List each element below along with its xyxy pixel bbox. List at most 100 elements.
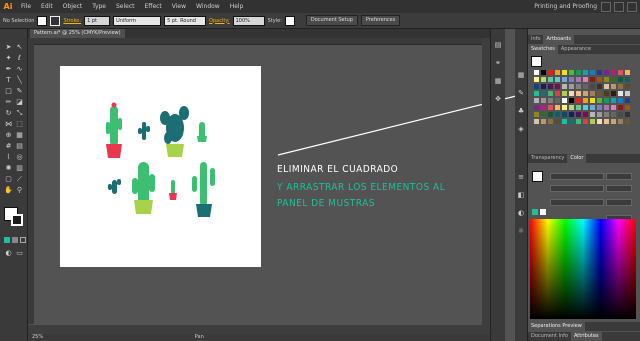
swatch-cell[interactable] bbox=[569, 77, 574, 82]
swatch-cell[interactable] bbox=[541, 77, 546, 82]
swatch-cell[interactable] bbox=[590, 98, 595, 103]
vertical-scrollbar[interactable] bbox=[482, 38, 490, 325]
tab-transparency[interactable]: Transparency bbox=[528, 154, 567, 163]
swatch-cell[interactable] bbox=[597, 105, 602, 110]
swatch-cell[interactable] bbox=[541, 112, 546, 117]
swatch-cell[interactable] bbox=[618, 98, 623, 103]
swatch-cell[interactable] bbox=[597, 70, 602, 75]
swatch-cell[interactable] bbox=[625, 105, 630, 110]
swatch-cell[interactable] bbox=[583, 77, 588, 82]
swatch-cell[interactable] bbox=[590, 70, 595, 75]
swatch-cell[interactable] bbox=[611, 98, 616, 103]
swatch-cell[interactable] bbox=[534, 105, 539, 110]
swatch-cell[interactable] bbox=[618, 112, 623, 117]
swatch-cell[interactable] bbox=[618, 77, 623, 82]
symbols-panel-icon[interactable]: ♣ bbox=[517, 107, 525, 115]
swatch-cell[interactable] bbox=[541, 70, 546, 75]
graphic-styles-panel-icon[interactable]: ◈ bbox=[517, 125, 525, 133]
swatch-cell[interactable] bbox=[583, 91, 588, 96]
swatch-cell[interactable] bbox=[625, 77, 630, 82]
swatch-cell[interactable] bbox=[604, 112, 609, 117]
swatch-cell[interactable] bbox=[604, 91, 609, 96]
color-slider-2[interactable] bbox=[550, 185, 604, 192]
swatch-cell[interactable] bbox=[569, 84, 574, 89]
tab-attributes[interactable]: Attributes bbox=[570, 332, 602, 341]
transform-panel-icon[interactable]: ✥ bbox=[494, 95, 502, 103]
swatch-cell[interactable] bbox=[562, 105, 567, 110]
swatch-cell[interactable] bbox=[576, 105, 581, 110]
swatch-cell[interactable] bbox=[569, 91, 574, 96]
swatch-cell[interactable] bbox=[618, 105, 623, 110]
tab-swatches[interactable]: Swatches bbox=[528, 45, 558, 54]
swatch-cell[interactable] bbox=[569, 119, 574, 124]
swatch-cell[interactable] bbox=[604, 98, 609, 103]
swatch-cell[interactable] bbox=[625, 112, 630, 117]
swatch-cell[interactable] bbox=[555, 98, 560, 103]
transparency-panel-icon[interactable]: ◐ bbox=[517, 209, 525, 217]
color-value-3[interactable] bbox=[606, 199, 632, 206]
swatch-cell[interactable] bbox=[562, 84, 567, 89]
swatch-cell[interactable] bbox=[548, 77, 553, 82]
swatch-cell[interactable] bbox=[555, 77, 560, 82]
swatch-cell[interactable] bbox=[611, 77, 616, 82]
swatch-cell[interactable] bbox=[611, 84, 616, 89]
swatch-cell[interactable] bbox=[562, 119, 567, 124]
color-slider-1[interactable] bbox=[550, 173, 604, 180]
swatch-cell[interactable] bbox=[541, 98, 546, 103]
swatch-cell[interactable] bbox=[597, 91, 602, 96]
color-spectrum[interactable] bbox=[530, 219, 636, 319]
color-swatch-white[interactable] bbox=[540, 209, 546, 215]
swatch-cell[interactable] bbox=[548, 91, 553, 96]
swatch-cell[interactable] bbox=[548, 105, 553, 110]
swatch-cell[interactable] bbox=[583, 112, 588, 117]
links-panel-icon[interactable]: ⚭ bbox=[494, 59, 502, 67]
swatch-cell[interactable] bbox=[583, 105, 588, 110]
swatch-cell[interactable] bbox=[597, 77, 602, 82]
swatch-cell[interactable] bbox=[534, 91, 539, 96]
swatch-cell[interactable] bbox=[611, 112, 616, 117]
align-panel-icon[interactable]: ▦ bbox=[494, 77, 502, 85]
swatch-cell[interactable] bbox=[569, 112, 574, 117]
swatch-cell[interactable] bbox=[562, 77, 567, 82]
swatch-cell[interactable] bbox=[625, 91, 630, 96]
swatch-cell[interactable] bbox=[590, 119, 595, 124]
zoom-level[interactable]: 25% bbox=[32, 334, 43, 340]
color-fill-indicator[interactable] bbox=[532, 171, 543, 182]
swatch-cell[interactable] bbox=[597, 119, 602, 124]
color-slider-3[interactable] bbox=[550, 199, 604, 206]
swatch-cell[interactable] bbox=[576, 98, 581, 103]
swatch-cell[interactable] bbox=[562, 70, 567, 75]
swatch-cell[interactable] bbox=[604, 105, 609, 110]
swatch-cell[interactable] bbox=[604, 119, 609, 124]
color-swatch-teal[interactable] bbox=[532, 209, 538, 215]
swatch-cell[interactable] bbox=[555, 84, 560, 89]
swatch-cell[interactable] bbox=[534, 112, 539, 117]
tab-color[interactable]: Color bbox=[567, 154, 587, 163]
swatch-cell[interactable] bbox=[625, 119, 630, 124]
swatch-cell[interactable] bbox=[548, 119, 553, 124]
swatch-cell[interactable] bbox=[618, 91, 623, 96]
swatch-cell[interactable] bbox=[548, 98, 553, 103]
swatch-cell[interactable] bbox=[562, 98, 567, 103]
swatch-cell[interactable] bbox=[576, 70, 581, 75]
swatch-cell[interactable] bbox=[569, 105, 574, 110]
swatch-cell[interactable] bbox=[597, 98, 602, 103]
swatch-cell[interactable] bbox=[590, 91, 595, 96]
swatch-cell[interactable] bbox=[583, 84, 588, 89]
swatch-cell[interactable] bbox=[604, 77, 609, 82]
swatch-cell[interactable] bbox=[611, 70, 616, 75]
swatch-cell[interactable] bbox=[583, 119, 588, 124]
tab-document-info[interactable]: Document Info bbox=[528, 332, 571, 341]
tab-info[interactable]: Info bbox=[528, 35, 543, 44]
swatch-cell[interactable] bbox=[534, 84, 539, 89]
swatch-cell[interactable] bbox=[569, 70, 574, 75]
horizontal-scrollbar[interactable] bbox=[28, 325, 490, 334]
swatch-cell[interactable] bbox=[548, 84, 553, 89]
swatch-fill-indicator[interactable] bbox=[531, 56, 542, 67]
swatch-cell[interactable] bbox=[555, 70, 560, 75]
swatches-panel-icon[interactable]: ▦ bbox=[517, 71, 525, 79]
tab-artboards[interactable]: Artboards bbox=[543, 35, 574, 44]
appearance-panel-icon[interactable]: ☼ bbox=[517, 227, 525, 235]
swatch-cell[interactable] bbox=[590, 112, 595, 117]
swatch-cell[interactable] bbox=[583, 98, 588, 103]
